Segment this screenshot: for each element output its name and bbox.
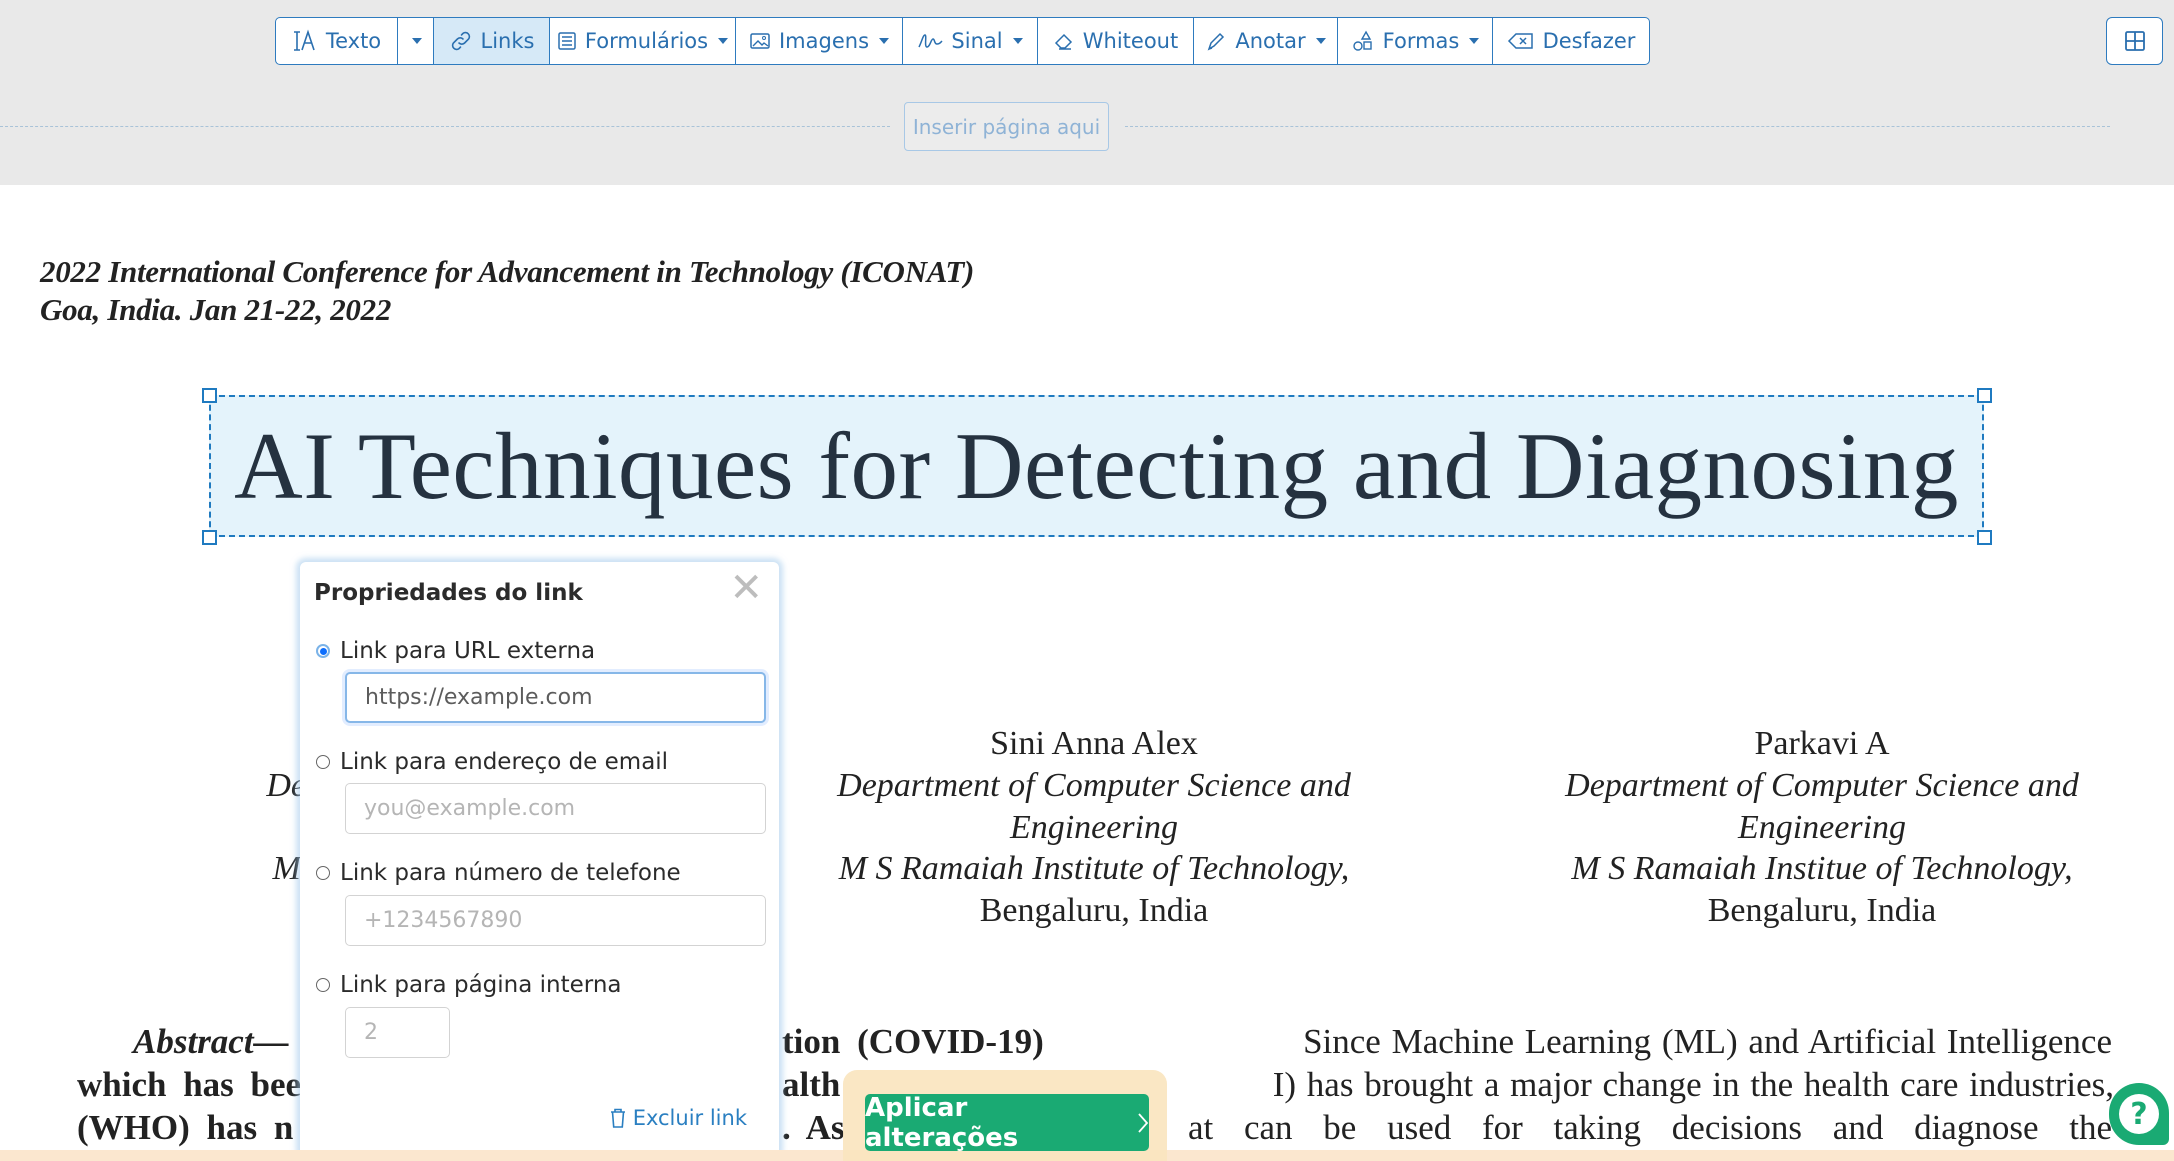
undo-tool-label: Desfazer — [1542, 29, 1636, 53]
image-icon — [750, 33, 770, 49]
author-institute: M S Ramaiah Institute of Technology, — [838, 850, 1350, 888]
whiteout-tool-label: Whiteout — [1082, 29, 1179, 53]
links-tool-button[interactable]: Links — [434, 18, 550, 64]
conference-line-2: Goa, India. Jan 21-22, 2022 — [40, 292, 392, 327]
apply-changes-label: Aplicar alterações — [865, 1092, 1019, 1153]
forms-tool-label: Formulários — [584, 29, 709, 53]
resize-handle-top-right[interactable] — [1977, 388, 1992, 403]
option-external-url[interactable]: Link para URL externa — [316, 638, 595, 664]
caret-down-icon — [718, 38, 729, 44]
link-properties-dialog: Propriedades do link ✕ Link para URL ext… — [300, 562, 779, 1156]
email-label: Link para endereço de email — [340, 749, 669, 775]
insert-page-button[interactable]: Inserir página aqui — [904, 102, 1109, 151]
text-tool-button[interactable]: Texto — [276, 18, 398, 64]
shapes-tool-button[interactable]: Formas — [1338, 18, 1493, 64]
abstract-text: (WHO) has n — [77, 1108, 294, 1147]
link-icon — [451, 31, 470, 51]
help-icon: ? — [2119, 1094, 2159, 1134]
signature-tool-label: Sinal — [951, 29, 1003, 53]
paper-title: AI Techniques for Detecting and Diagnosi… — [234, 413, 1959, 519]
option-internal-page[interactable]: Link para página interna — [316, 972, 622, 998]
abstract-text: which has bee — [77, 1065, 302, 1104]
author-department-cont: Engineering — [1009, 808, 1179, 846]
forms-tool-button[interactable]: Formulários — [550, 18, 736, 64]
form-icon — [558, 32, 576, 50]
delete-link-button[interactable]: Excluir link — [609, 1106, 747, 1130]
abstract-text: I) has brought a major change in the hea… — [1272, 1065, 2114, 1104]
option-phone[interactable]: Link para número de telefone — [316, 860, 681, 886]
author-name: Parkavi A — [1754, 725, 1890, 762]
text-cursor-icon — [293, 29, 315, 51]
grid-icon — [2124, 31, 2145, 51]
abstract-text: Since Machine Learning (ML) and Artifici… — [1303, 1022, 2112, 1061]
author-institute: M S Ramaiah Institue of Technology, — [1571, 850, 2073, 888]
eraser-icon — [1054, 33, 1072, 50]
caret-down-icon — [879, 38, 890, 44]
selected-title-element[interactable]: AI Techniques for Detecting and Diagnosi… — [209, 395, 1984, 537]
author-name: Sini Anna Alex — [990, 725, 1198, 762]
author-block-3: Parkavi A Department of Computer Science… — [1502, 723, 2142, 932]
page-divider-right — [1125, 126, 2110, 127]
caret-down-icon — [1469, 38, 1480, 44]
chevron-right-icon — [1138, 1112, 1149, 1133]
conference-line-1: 2022 International Conference for Advanc… — [40, 254, 975, 289]
links-tool-label: Links — [480, 29, 535, 53]
author-department: Department of Computer Science and — [1565, 766, 2079, 804]
backspace-icon — [1507, 33, 1533, 49]
signature-icon — [918, 34, 943, 48]
email-input[interactable]: you@example.com — [345, 783, 766, 834]
caret-down-icon — [1315, 38, 1326, 44]
annotate-tool-label: Anotar — [1235, 29, 1306, 53]
email-radio[interactable] — [316, 755, 330, 769]
images-tool-label: Imagens — [778, 29, 870, 53]
phone-radio[interactable] — [316, 866, 330, 880]
text-tool-label: Texto — [325, 29, 382, 53]
annotate-tool-button[interactable]: Anotar — [1194, 18, 1338, 64]
abstract-text: at can be used for taking decisions and … — [1187, 1108, 2112, 1147]
author-city: Bengaluru, India — [1707, 892, 1937, 930]
external-url-label: Link para URL externa — [340, 638, 596, 664]
abstract-text: alth — [782, 1065, 841, 1104]
whiteout-tool-button[interactable]: Whiteout — [1038, 18, 1194, 64]
abstract-label: Abstract— — [133, 1022, 289, 1061]
caret-down-icon — [411, 38, 422, 44]
resize-handle-top-left[interactable] — [202, 388, 217, 403]
internal-page-input[interactable]: 2 — [345, 1007, 450, 1058]
caret-down-icon — [1012, 38, 1023, 44]
signature-tool-button[interactable]: Sinal — [903, 18, 1038, 64]
internal-page-radio[interactable] — [316, 978, 330, 992]
dialog-title: Propriedades do link — [314, 580, 583, 606]
help-button[interactable]: ? — [2109, 1083, 2169, 1145]
trash-icon — [610, 1108, 625, 1128]
pen-icon — [1208, 32, 1225, 51]
shapes-icon — [1352, 30, 1372, 51]
author-block-2: Sini Anna Alex Department of Computer Sc… — [774, 723, 1414, 932]
author-city: Bengaluru, India — [979, 892, 1209, 930]
abstract-text: tion (COVID-19) — [782, 1022, 1044, 1061]
external-url-radio[interactable] — [316, 644, 330, 658]
phone-input[interactable]: +1234567890 — [345, 895, 766, 946]
page-divider-left — [0, 126, 890, 127]
author-department-cont: Engineering — [1737, 808, 1907, 846]
close-icon[interactable]: ✕ — [729, 568, 763, 608]
text-options-dropdown[interactable] — [398, 18, 434, 64]
option-email[interactable]: Link para endereço de email — [316, 749, 668, 775]
shapes-tool-label: Formas — [1382, 29, 1460, 53]
external-url-input[interactable]: https://example.com — [345, 672, 766, 723]
images-tool-button[interactable]: Imagens — [736, 18, 903, 64]
main-toolbar: Texto Links Formulários Imagens Sinal Wh… — [275, 17, 1650, 65]
internal-page-label: Link para página interna — [340, 972, 622, 998]
apply-changes-button[interactable]: Aplicar alterações — [865, 1092, 1149, 1153]
abstract-text: . As — [782, 1108, 845, 1147]
undo-tool-button[interactable]: Desfazer — [1493, 18, 1649, 64]
resize-handle-bottom-right[interactable] — [1977, 530, 1992, 545]
author-department: Department of Computer Science and — [837, 766, 1351, 804]
grid-view-button[interactable] — [2106, 17, 2163, 65]
delete-link-label: Excluir link — [632, 1106, 747, 1130]
phone-label: Link para número de telefone — [340, 860, 681, 886]
resize-handle-bottom-left[interactable] — [202, 530, 217, 545]
